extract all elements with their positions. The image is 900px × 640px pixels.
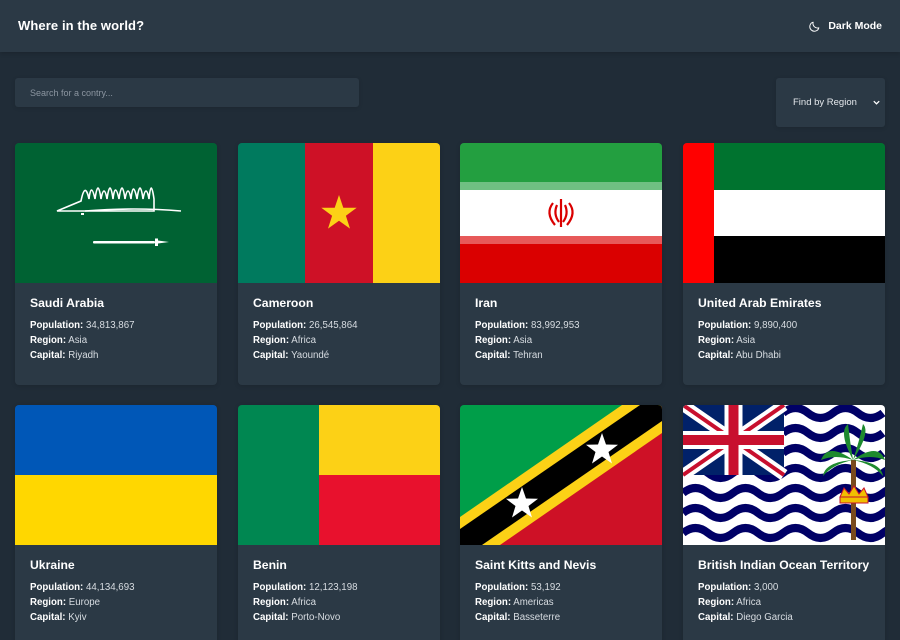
- flag-united-arab-emirates: [683, 143, 885, 283]
- dark-mode-toggle[interactable]: Dark Mode: [808, 17, 882, 35]
- capital-row: Capital: Riyadh: [30, 350, 99, 361]
- capital-row: Capital: Kyiv: [30, 612, 87, 623]
- country-name: Saudi Arabia: [30, 296, 105, 310]
- region-row: Region: Asia: [475, 335, 533, 346]
- population-row: Population: 26,545,864: [253, 320, 358, 331]
- country-card-iran[interactable]: Iran Population: 83,992,953 Region: Asia…: [460, 143, 662, 385]
- region-row: Region: Africa: [253, 335, 316, 346]
- country-name: British Indian Ocean Territory: [698, 558, 870, 572]
- dark-mode-label: Dark Mode: [828, 20, 882, 32]
- capital-row: Capital: Porto-Novo: [253, 612, 341, 623]
- country-card-united-arab-emirates[interactable]: United Arab Emirates Population: 9,890,4…: [683, 143, 885, 385]
- region-filter-dropdown[interactable]: Find by Region: [776, 78, 885, 127]
- moon-icon: [809, 21, 820, 32]
- flag-saudi-arabia: [15, 143, 217, 283]
- country-name: Iran: [475, 296, 498, 310]
- population-row: Population: 53,192: [475, 582, 561, 593]
- capital-row: Capital: Abu Dhabi: [698, 350, 781, 361]
- capital-row: Capital: Basseterre: [475, 612, 561, 623]
- population-row: Population: 44,134,693: [30, 582, 135, 593]
- search-input[interactable]: [15, 78, 359, 107]
- population-row: Population: 12,123,198: [253, 582, 358, 593]
- region-row: Region: Asia: [698, 335, 756, 346]
- region-row: Region: Europe: [30, 597, 101, 608]
- country-card-cameroon[interactable]: Cameroon Population: 26,545,864 Region: …: [238, 143, 440, 385]
- country-name: United Arab Emirates: [698, 296, 822, 310]
- region-filter-label: Find by Region: [793, 97, 857, 108]
- search-box: [15, 78, 359, 107]
- country-card-ukraine[interactable]: Ukraine Population: 44,134,693 Region: E…: [15, 405, 217, 640]
- country-card-saint-kitts-and-nevis[interactable]: Saint Kitts and Nevis Population: 53,192…: [460, 405, 662, 640]
- capital-row: Capital: Diego Garcia: [698, 612, 793, 623]
- flag-iran: [460, 143, 662, 283]
- country-name: Benin: [253, 558, 287, 572]
- flag-cameroon: [238, 143, 440, 283]
- population-row: Population: 9,890,400: [698, 320, 798, 331]
- chevron-down-icon: [873, 100, 880, 105]
- country-card-benin[interactable]: Benin Population: 12,123,198 Region: Afr…: [238, 405, 440, 640]
- region-row: Region: Asia: [30, 335, 88, 346]
- capital-row: Capital: Yaoundé: [253, 350, 330, 361]
- population-row: Population: 83,992,953: [475, 320, 580, 331]
- population-row: Population: 34,813,867: [30, 320, 135, 331]
- country-card-saudi-arabia[interactable]: Saudi Arabia Population: 34,813,867 Regi…: [15, 143, 217, 385]
- population-row: Population: 3,000: [698, 582, 779, 593]
- country-name: Ukraine: [30, 558, 75, 572]
- flag-saint-kitts-and-nevis: [460, 405, 662, 545]
- country-name: Saint Kitts and Nevis: [475, 558, 597, 572]
- flag-ukraine: [15, 405, 217, 545]
- flag-british-indian-ocean-territory: [683, 405, 885, 545]
- region-row: Region: Africa: [698, 597, 761, 608]
- region-row: Region: Americas: [475, 597, 554, 608]
- country-name: Cameroon: [253, 296, 314, 310]
- app-title: Where in the world?: [18, 18, 145, 33]
- top-bar: Where in the world? Dark Mode: [0, 0, 900, 52]
- country-card-british-indian-ocean-territory[interactable]: British Indian Ocean Territory Populatio…: [683, 405, 885, 640]
- region-row: Region: Africa: [253, 597, 316, 608]
- capital-row: Capital: Tehran: [475, 350, 543, 361]
- flag-benin: [238, 405, 440, 545]
